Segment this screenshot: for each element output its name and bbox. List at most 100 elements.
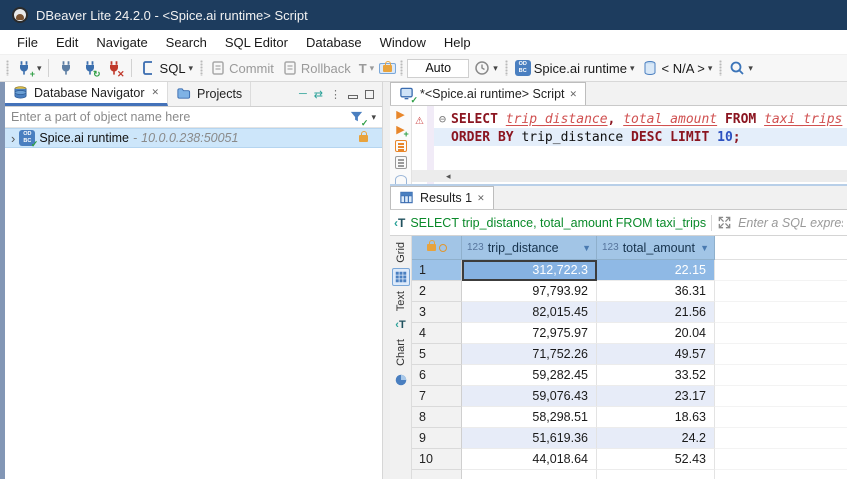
autocommit-toggle-button[interactable] (379, 63, 396, 74)
database-navigator-panel: Database Navigator ✕ Projects ─ ⇄ ⋮ Ente… (5, 82, 383, 479)
cell-trip-distance[interactable]: 51,619.36 (462, 428, 597, 449)
navigator-filter-input[interactable]: Enter a part of object name here (11, 110, 349, 124)
cell-total-amount[interactable]: 49.57 (597, 344, 715, 365)
sql-editor-button[interactable]: SQL ▾ (138, 58, 197, 78)
row-number[interactable]: 10 (412, 449, 462, 470)
cell-trip-distance[interactable]: 44,018.64 (462, 449, 597, 470)
cell-trip-distance[interactable]: 312,722.3 (462, 260, 597, 281)
link-with-editor-icon[interactable]: ⇄ (314, 88, 323, 101)
cell-trip-distance[interactable]: 72,975.97 (462, 323, 597, 344)
column-header-trip-distance[interactable]: 123 trip_distance ▼ (462, 236, 597, 260)
menu-item-file[interactable]: File (8, 32, 47, 53)
filter-funnel-icon[interactable]: ✓ (349, 109, 365, 125)
search-dropdown[interactable]: ▾ (748, 64, 753, 73)
execute-statement-button[interactable]: ▶ (396, 110, 404, 121)
minimize-view-icon[interactable] (348, 95, 358, 99)
menu-item-edit[interactable]: Edit (47, 32, 87, 53)
expand-chevron-icon[interactable]: › (11, 131, 15, 146)
cell-trip-distance[interactable]: 58,298.51 (462, 407, 597, 428)
cell-total-amount[interactable]: 22.15 (597, 260, 715, 281)
column-header-total-amount[interactable]: 123 total_amount ▼ (597, 236, 715, 260)
row-id-circle-icon (439, 244, 447, 252)
row-number[interactable]: 9 (412, 428, 462, 449)
menu-item-search[interactable]: Search (157, 32, 216, 53)
text-view-button[interactable]: ‹T (392, 316, 410, 334)
grid-view-button[interactable] (392, 268, 410, 286)
transaction-mode-button[interactable]: T ▾ (356, 59, 377, 78)
commit-mode-combo[interactable]: Auto (407, 59, 469, 78)
active-database-dropdown[interactable]: ▾ (708, 64, 713, 73)
cell-trip-distance[interactable]: 59,076.43 (462, 386, 597, 407)
maximize-view-icon[interactable] (365, 90, 374, 99)
menu-item-navigate[interactable]: Navigate (87, 32, 156, 53)
view-label-grid: Grid (395, 242, 407, 263)
close-tab-icon[interactable]: ✕ (151, 87, 159, 98)
row-number[interactable]: 3 (412, 302, 462, 323)
row-number[interactable]: 5 (412, 344, 462, 365)
cell-total-amount[interactable]: 36.31 (597, 281, 715, 302)
chart-view-button[interactable] (392, 371, 410, 389)
transaction-mode-dropdown[interactable]: ▾ (370, 64, 375, 73)
active-connection-dropdown[interactable]: ▾ (630, 64, 635, 73)
reconnect-button[interactable]: ↻ (79, 58, 101, 78)
menu-item-database[interactable]: Database (297, 32, 371, 53)
row-number[interactable]: 6 (412, 365, 462, 386)
cell-trip-distance[interactable]: 82,015.45 (462, 302, 597, 323)
tab-results-1[interactable]: Results 1 ✕ (390, 186, 494, 209)
tab-database-navigator[interactable]: Database Navigator ✕ (5, 82, 168, 106)
sql-token: FROM (725, 112, 764, 127)
disconnect-button[interactable]: ✕ (103, 58, 125, 78)
cell-trip-distance[interactable]: 97,793.92 (462, 281, 597, 302)
explain-plan-button[interactable] (395, 156, 407, 168)
menu-item-sql-editor[interactable]: SQL Editor (216, 32, 297, 53)
grid-corner-cell[interactable] (412, 236, 462, 260)
cell-total-amount[interactable]: 24.2 (597, 428, 715, 449)
expand-filter-icon[interactable] (717, 215, 733, 231)
execute-new-tab-button[interactable]: ▶+ (396, 125, 404, 136)
cell-trip-distance[interactable]: 71,752.26 (462, 344, 597, 365)
commit-button[interactable]: Commit (207, 58, 277, 78)
collapse-all-icon[interactable]: ─ (299, 88, 307, 100)
row-number[interactable]: 7 (412, 386, 462, 407)
connection-host: 10.0.0.238:50051 (141, 131, 238, 145)
sql-editor-dropdown[interactable]: ▾ (189, 64, 194, 73)
cell-total-amount[interactable]: 21.56 (597, 302, 715, 323)
tab-sql-script[interactable]: ✓ *<Spice.ai runtime> Script ✕ (390, 82, 586, 105)
editor-horizontal-scrollbar[interactable]: ◂ (412, 170, 847, 182)
close-tab-icon[interactable]: ✕ (477, 193, 485, 204)
row-number[interactable]: 2 (412, 281, 462, 302)
row-number[interactable]: 1 (412, 260, 462, 281)
active-connection-combo[interactable]: ODBC Spice.ai runtime ▾ (512, 58, 638, 78)
menu-item-window[interactable]: Window (371, 32, 435, 53)
execute-script-button[interactable] (395, 140, 407, 152)
rollback-button[interactable]: Rollback (279, 58, 354, 78)
cell-total-amount[interactable]: 20.04 (597, 323, 715, 344)
cell-total-amount[interactable]: 18.63 (597, 407, 715, 428)
sort-desc-icon[interactable]: ▼ (582, 243, 591, 253)
new-connection-dropdown[interactable]: ▾ (37, 64, 42, 73)
new-connection-button[interactable]: + (13, 58, 35, 78)
connect-button[interactable] (55, 58, 77, 78)
filter-dropdown-icon[interactable]: ▾ (371, 113, 376, 122)
panel-splitter[interactable] (383, 82, 390, 479)
close-tab-icon[interactable]: ✕ (570, 89, 578, 100)
menu-item-help[interactable]: Help (435, 32, 480, 53)
toolbar-separator (131, 59, 132, 77)
cell-total-amount[interactable]: 52.43 (597, 449, 715, 470)
active-database-combo[interactable]: < N/A > ▾ (639, 58, 715, 78)
sort-icon[interactable]: ▼ (700, 243, 709, 253)
search-button[interactable]: ▾ (726, 58, 756, 78)
filter-expression-input[interactable]: Enter a SQL expression to (738, 216, 843, 230)
scroll-left-icon[interactable]: ◂ (446, 171, 451, 182)
row-number[interactable]: 8 (412, 407, 462, 428)
row-number[interactable]: 4 (412, 323, 462, 344)
transaction-log-dropdown[interactable]: ▾ (493, 64, 498, 73)
cell-total-amount[interactable]: 33.52 (597, 365, 715, 386)
cell-total-amount[interactable]: 23.17 (597, 386, 715, 407)
view-menu-icon[interactable]: ⋮ (330, 88, 341, 101)
cell-trip-distance[interactable]: 59,282.45 (462, 365, 597, 386)
tab-projects[interactable]: Projects (168, 82, 251, 106)
connection-tree-item[interactable]: › ODBC✓ Spice.ai runtime - 10.0.0.238:50… (5, 128, 382, 148)
transaction-log-button[interactable]: ▾ (471, 58, 501, 78)
fold-collapse-icon[interactable]: ⊖ (434, 112, 451, 126)
